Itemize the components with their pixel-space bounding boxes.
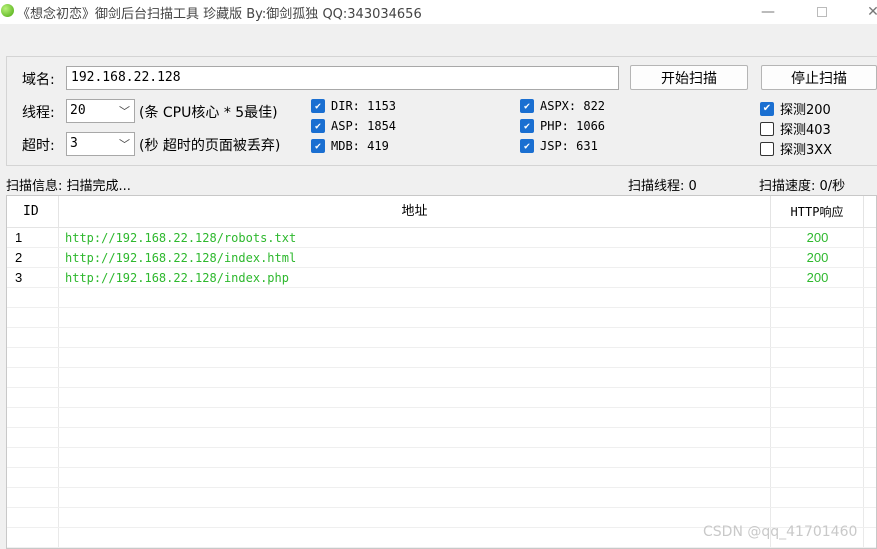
domain-input[interactable]: 192.168.22.128: [66, 66, 619, 90]
checkbox-probe-403[interactable]: 探测403: [760, 119, 831, 138]
check-icon: ✔: [520, 99, 534, 113]
check-icon: ✔: [520, 119, 534, 133]
empty-row: [7, 288, 876, 308]
stop-scan-button[interactable]: 停止扫描: [761, 65, 877, 90]
row-http-code: 200: [806, 230, 829, 245]
threads-label: 线程:: [22, 105, 55, 121]
scan-threads: 扫描线程: 0: [628, 179, 697, 194]
timeout-hint: (秒 超时的页面被丢弃): [139, 138, 281, 154]
row-id: 2: [15, 250, 23, 265]
check-icon: ✔: [311, 99, 325, 113]
empty-row: [7, 428, 876, 448]
row-url: http://192.168.22.128/robots.txt: [65, 231, 297, 245]
table-row[interactable]: 2 http://192.168.22.128/index.html 200: [7, 248, 876, 268]
checkbox-probe-3xx[interactable]: 探测3XX: [760, 139, 832, 158]
maximize-button[interactable]: [799, 0, 845, 24]
unchecked-box-icon: [760, 141, 774, 156]
check-icon: ✔: [311, 139, 325, 153]
checkbox-mdb[interactable]: ✔ MDB: 419: [311, 139, 389, 153]
empty-row: [7, 328, 876, 348]
results-table[interactable]: ID 地址 HTTP响应 1 http://192.168.22.128/robo…: [6, 195, 877, 549]
row-id: 1: [15, 230, 23, 245]
checkbox-jsp[interactable]: ✔ JSP: 631: [520, 139, 598, 153]
empty-row: [7, 348, 876, 368]
check-icon: ✔: [520, 139, 534, 153]
empty-row: [7, 448, 876, 468]
scan-speed: 扫描速度: 0/秒: [759, 179, 846, 194]
domain-label: 域名:: [22, 72, 55, 88]
threads-select[interactable]: 20 ﹀: [66, 99, 135, 123]
column-header-id[interactable]: ID: [7, 196, 59, 228]
table-header: ID 地址 HTTP响应: [7, 196, 876, 228]
check-icon: ✔: [760, 101, 774, 116]
app-icon: [1, 4, 14, 17]
checkbox-php[interactable]: ✔ PHP: 1066: [520, 119, 605, 133]
chevron-down-icon: ﹀: [119, 105, 130, 118]
empty-row: [7, 468, 876, 488]
checkbox-dir[interactable]: ✔ DIR: 1153: [311, 99, 396, 113]
table-row[interactable]: 1 http://192.168.22.128/robots.txt 200: [7, 228, 876, 248]
column-header-url[interactable]: 地址: [59, 196, 771, 228]
scan-info: 扫描信息: 扫描完成...: [6, 179, 131, 194]
maximize-icon: [817, 7, 827, 17]
empty-row: [7, 408, 876, 428]
unchecked-box-icon: [760, 121, 774, 136]
empty-row: [7, 488, 876, 508]
row-url: http://192.168.22.128/index.php: [65, 271, 289, 285]
check-icon: ✔: [311, 119, 325, 133]
checkbox-aspx[interactable]: ✔ ASPX: 822: [520, 99, 605, 113]
close-icon: ✕: [867, 4, 877, 20]
minimize-button[interactable]: —: [745, 0, 791, 24]
timeout-label: 超时:: [22, 138, 55, 154]
watermark: CSDN @qq_41701460: [703, 524, 858, 540]
row-id: 3: [15, 270, 23, 285]
threads-value: 20: [70, 103, 86, 118]
timeout-select[interactable]: 3 ﹀: [66, 132, 135, 156]
checkbox-asp[interactable]: ✔ ASP: 1854: [311, 119, 396, 133]
title-bar: 《想念初恋》御剑后台扫描工具 珍藏版 By:御剑孤独 QQ:343034656 …: [0, 0, 877, 24]
row-http-code: 200: [806, 270, 829, 285]
minimize-icon: —: [761, 4, 775, 20]
row-http-code: 200: [806, 250, 829, 265]
empty-row: [7, 388, 876, 408]
close-button[interactable]: ✕: [850, 0, 877, 24]
threads-hint: (条 CPU核心 * 5最佳): [139, 105, 278, 121]
checkbox-probe-200[interactable]: ✔ 探测200: [760, 99, 831, 118]
empty-row: [7, 368, 876, 388]
timeout-value: 3: [70, 136, 78, 151]
column-header-http[interactable]: HTTP响应: [771, 196, 864, 228]
chevron-down-icon: ﹀: [119, 138, 130, 151]
empty-row: [7, 308, 876, 328]
row-url: http://192.168.22.128/index.html: [65, 251, 297, 265]
start-scan-button[interactable]: 开始扫描: [630, 65, 748, 90]
window-title: 《想念初恋》御剑后台扫描工具 珍藏版 By:御剑孤独 QQ:343034656: [17, 7, 422, 22]
table-row[interactable]: 3 http://192.168.22.128/index.php 200: [7, 268, 876, 288]
